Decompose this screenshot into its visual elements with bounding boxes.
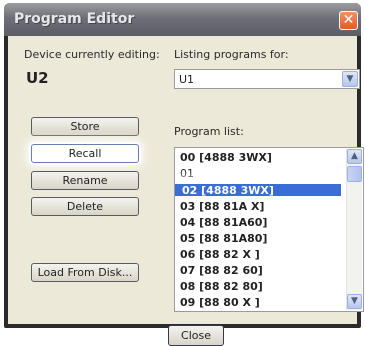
- program-editor-window: Program Editor ✕ Device currently editin…: [4, 3, 364, 346]
- recall-button[interactable]: Recall: [31, 144, 139, 163]
- program-list-label: Program list:: [174, 125, 244, 138]
- list-item[interactable]: 09 [88 80 X ]: [180, 295, 260, 311]
- list-item[interactable]: 05 [88 81A80]: [180, 231, 267, 247]
- listing-label: Listing programs for:: [174, 48, 289, 61]
- program-listbox[interactable]: 00 [4888 3WX] 01 02 [4888 3WX] 03 [88 81…: [174, 147, 364, 312]
- list-item[interactable]: 03 [88 81A X]: [180, 199, 264, 215]
- rename-button[interactable]: Rename: [31, 171, 139, 190]
- chevron-down-icon[interactable]: ▼: [342, 71, 358, 87]
- list-item[interactable]: 04 [88 81A60]: [180, 215, 267, 231]
- chevron-up-icon[interactable]: ▲: [347, 149, 362, 164]
- list-item[interactable]: 07 [88 82 60]: [180, 263, 263, 279]
- listing-device-value: U1: [179, 73, 195, 86]
- list-item[interactable]: 01: [180, 166, 194, 182]
- close-button[interactable]: Close: [168, 325, 224, 346]
- window-title: Program Editor: [14, 11, 135, 27]
- listing-device-select[interactable]: U1 ▼: [174, 69, 360, 89]
- scrollbar-thumb[interactable]: [347, 166, 362, 182]
- list-item[interactable]: 00 [4888 3WX]: [180, 150, 272, 166]
- device-name: U2: [26, 69, 49, 87]
- store-button[interactable]: Store: [31, 117, 139, 136]
- close-icon[interactable]: ✕: [339, 11, 358, 30]
- list-item-selected[interactable]: 02 [4888 3WX]: [175, 182, 343, 198]
- list-item[interactable]: 08 [88 82 80]: [180, 279, 263, 295]
- dialog-body: Device currently editing: U2 Listing pro…: [8, 36, 364, 346]
- delete-button[interactable]: Delete: [31, 197, 139, 216]
- device-label: Device currently editing:: [24, 48, 160, 61]
- chevron-down-icon[interactable]: ▼: [347, 294, 362, 309]
- load-from-disk-button[interactable]: Load From Disk...: [31, 263, 139, 282]
- list-scrollbar[interactable]: ▲ ▼: [346, 149, 362, 310]
- list-item[interactable]: 06 [88 82 X ]: [180, 247, 260, 263]
- title-bar[interactable]: Program Editor ✕: [4, 3, 361, 36]
